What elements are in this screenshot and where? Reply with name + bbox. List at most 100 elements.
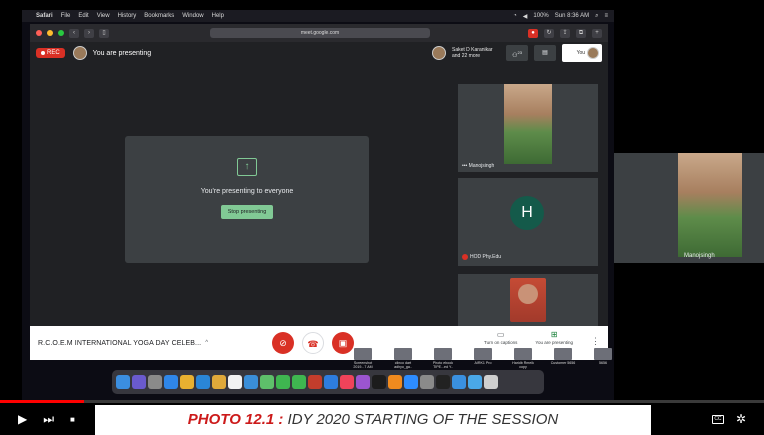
wifi-icon[interactable]: ◔ (513, 13, 517, 19)
menu-view[interactable]: View (97, 13, 110, 19)
participant-name-label: HOD Phy.Edu (470, 254, 502, 260)
menu-file[interactable]: File (61, 13, 71, 19)
chrome-icon[interactable] (180, 375, 194, 389)
presenting-status: You are presenting (92, 49, 152, 57)
menu-bookmarks[interactable]: Bookmarks (144, 13, 174, 19)
tabs-icon[interactable]: ⧉ (576, 28, 586, 38)
participant-tile-video[interactable] (458, 274, 598, 326)
music-icon[interactable] (340, 375, 354, 389)
address-bar[interactable]: meet.google.com (210, 28, 430, 38)
settings-gear-icon[interactable]: ✲ (736, 412, 746, 426)
safari-icon[interactable] (164, 375, 178, 389)
mail-icon[interactable] (452, 375, 466, 389)
play-icon[interactable]: ▶ (18, 412, 27, 426)
reload-icon[interactable]: ↻ (544, 28, 554, 38)
leave-call-button[interactable]: ☎ (302, 332, 324, 354)
search-icon[interactable]: ⌕ (595, 13, 598, 20)
chat-button[interactable]: ▤ (534, 45, 556, 61)
volume-icon[interactable]: ■ (70, 415, 75, 424)
volume-icon[interactable]: ◀ (523, 13, 528, 20)
record-dot-icon (41, 51, 45, 55)
facetime-icon[interactable] (276, 375, 290, 389)
shield-icon[interactable]: ● (528, 28, 538, 38)
launchpad-icon[interactable] (148, 375, 162, 389)
presenting-button[interactable]: ⊞ You are presenting (535, 330, 573, 345)
siri-icon[interactable] (132, 375, 146, 389)
meeting-title[interactable]: R.C.O.E.M INTERNATIONAL YOGA DAY CELEB..… (38, 340, 201, 347)
trash-icon[interactable] (484, 375, 498, 389)
file-name: Screenshot 2019...7 AM (353, 361, 373, 370)
desktop-file[interactable]: Screenshot 2019...7 AM (348, 348, 378, 369)
folder-icon[interactable] (244, 375, 258, 389)
desktop-file[interactable]: 5656 (588, 348, 614, 369)
hang-up-icon: ☎ (307, 339, 319, 349)
menubar-status: ◔ ◀ 100% Sun 8:36 AM ⌕ ≡ (513, 13, 608, 20)
file-name: AIRK1 Pro (474, 361, 492, 365)
participant-tile-hod[interactable]: H HOD Phy.Edu (458, 178, 598, 266)
terminal-icon[interactable] (436, 375, 450, 389)
downloads-icon[interactable] (468, 375, 482, 389)
finder-icon[interactable] (116, 375, 130, 389)
battery-level[interactable]: 100% (533, 13, 548, 19)
file-thumbnail (554, 348, 572, 360)
books-icon[interactable] (388, 375, 402, 389)
forward-button[interactable]: › (84, 28, 94, 38)
participant-name-label: Manojsingh (468, 163, 495, 169)
desktop-file[interactable]: Customer 5656 (548, 348, 578, 369)
minimize-window-icon[interactable] (47, 30, 53, 36)
desktop-file[interactable]: AIRK1 Pro (468, 348, 498, 369)
menu-edit[interactable]: Edit (78, 13, 88, 19)
menu-window[interactable]: Window (182, 13, 203, 19)
file-name: Customer 5656 (550, 361, 576, 365)
file-name: Haridb Rmeik copy (512, 361, 534, 370)
file-thumbnail (594, 348, 612, 360)
share-icon[interactable]: ⇪ (560, 28, 570, 38)
mac-desktop: Safari File Edit View History Bookmarks … (22, 10, 614, 402)
participant-count: 23 (517, 50, 522, 55)
host-avatar (432, 46, 446, 60)
self-view[interactable]: You (562, 44, 602, 62)
close-window-icon[interactable] (36, 30, 42, 36)
people-button[interactable]: ⚇23 (506, 45, 528, 61)
menu-app-name[interactable]: Safari (36, 13, 53, 19)
desktop-file[interactable]: Haridb Rmeik copy (508, 348, 538, 369)
captions-toggle[interactable]: CC (711, 414, 724, 424)
calendar-icon[interactable] (228, 375, 242, 389)
maps-icon[interactable] (260, 375, 274, 389)
podcasts-icon[interactable] (356, 375, 370, 389)
messages-icon[interactable] (292, 375, 306, 389)
chevron-up-icon[interactable]: ^ (205, 340, 208, 346)
app-store-icon[interactable] (324, 375, 338, 389)
next-icon[interactable]: ⏭ (43, 412, 54, 427)
photos-icon[interactable] (196, 375, 210, 389)
participant-head (518, 284, 538, 304)
photo-booth-icon[interactable] (308, 375, 322, 389)
participant-name: ••• Manojsingh (462, 163, 494, 169)
file-name: Photo ebook TIPE...ed Y.. (432, 361, 454, 370)
captions-button[interactable]: ▭ Turn on captions (484, 330, 517, 345)
desktop-file[interactable]: clinco dart adhyo_ga.. (388, 348, 418, 369)
menu-history[interactable]: History (118, 13, 137, 19)
sidebar-button[interactable]: ▯ (99, 28, 109, 38)
participant-name: Manojsingh (684, 253, 715, 259)
zoom-icon[interactable] (404, 375, 418, 389)
participant-video (504, 84, 552, 164)
menu-help[interactable]: Help (212, 13, 224, 19)
desktop-files: Screenshot 2019...7 AM clinco dart adhyo_… (348, 348, 614, 369)
desktop-file[interactable]: Photo ebook TIPE...ed Y.. (428, 348, 458, 369)
back-button[interactable]: ‹ (69, 28, 79, 38)
participant-tile-manojsingh[interactable]: ••• Manojsingh (458, 84, 598, 172)
menu-list-icon[interactable]: ≡ (604, 13, 608, 19)
tv-icon[interactable] (372, 375, 386, 389)
notes-icon[interactable] (212, 375, 226, 389)
new-tab-icon[interactable]: + (592, 28, 602, 38)
more-options-icon: ••• (462, 163, 468, 169)
clock[interactable]: Sun 8:36 AM (555, 13, 589, 19)
stop-presenting-button[interactable]: Stop presenting (220, 205, 274, 219)
participant-initial-avatar: H (510, 196, 544, 230)
mic-toggle-button[interactable]: ⊘ (272, 332, 294, 354)
participant-name: HOD Phy.Edu (462, 254, 501, 260)
host-more: and 22 more (452, 53, 481, 59)
preferences-icon[interactable] (420, 375, 434, 389)
zoom-window-icon[interactable] (58, 30, 64, 36)
